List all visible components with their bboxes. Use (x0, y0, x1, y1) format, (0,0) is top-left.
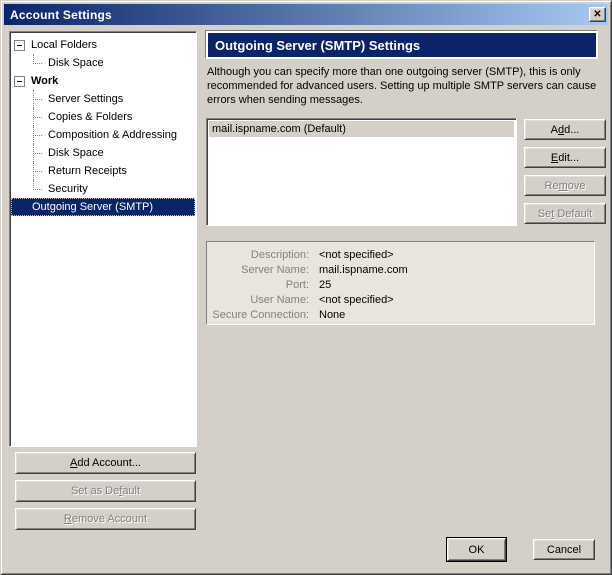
remove-account-button: Remove Account (15, 508, 196, 530)
tree-item-label: Outgoing Server (SMTP) (29, 201, 156, 213)
button-label-accesskey: m (559, 180, 568, 192)
detail-value: 25 (319, 278, 331, 293)
detail-label: User Name: (207, 293, 319, 308)
account-tree[interactable]: Local Folders Disk Space Work Server Set… (9, 31, 197, 447)
button-label-part: dd Account... (77, 457, 141, 469)
tree-item-label: Composition & Addressing (45, 129, 180, 141)
button-label-part: Default (554, 208, 592, 220)
button-label-part: ove (568, 180, 586, 192)
tree-item-label: Disk Space (45, 147, 107, 159)
detail-value: mail.ispname.com (319, 263, 408, 278)
smtp-edit-button[interactable]: Edit... (524, 147, 606, 168)
smtp-add-button[interactable]: Add... (524, 119, 606, 140)
detail-value: None (319, 308, 345, 323)
tree-connector (33, 54, 43, 72)
tree-item-disk-space-work[interactable]: Disk Space (10, 144, 196, 162)
detail-label: Server Name: (207, 263, 319, 278)
button-label-part: d... (564, 124, 579, 136)
pane-title: Outgoing Server (SMTP) Settings (215, 38, 420, 53)
pane-header: Outgoing Server (SMTP) Settings (206, 31, 598, 59)
button-label-part: Re (545, 180, 559, 192)
detail-label: Secure Connection: (207, 308, 319, 323)
smtp-server-list-item[interactable]: mail.ispname.com (Default) (209, 121, 514, 137)
title-bar: Account Settings (4, 4, 608, 25)
tree-item-label: Security (45, 183, 91, 195)
cancel-button[interactable]: Cancel (533, 539, 595, 560)
tree-item-server-settings[interactable]: Server Settings (10, 90, 196, 108)
smtp-remove-button: Remove (524, 175, 606, 196)
button-label-part: A (551, 124, 558, 136)
button-label-part: emove Account (72, 513, 147, 525)
detail-row-description: Description: <not specified> (207, 248, 594, 263)
detail-row-user-name: User Name: <not specified> (207, 293, 594, 308)
tree-item-label: Disk Space (45, 57, 107, 69)
button-label-accesskey: R (64, 513, 72, 525)
smtp-description-text: Although you can specify more than one o… (207, 65, 605, 107)
set-as-default-button: Set as Default (15, 480, 196, 502)
tree-connector (33, 126, 43, 144)
tree-item-return-receipts[interactable]: Return Receipts (10, 162, 196, 180)
add-account-button[interactable]: Add Account... (15, 452, 196, 474)
account-settings-dialog: Account Settings ✕ Local Folders Disk Sp… (0, 0, 612, 575)
smtp-set-default-button: Set Default (524, 203, 606, 224)
tree-item-local-folders[interactable]: Local Folders (10, 36, 196, 54)
tree-item-work[interactable]: Work (10, 72, 196, 90)
tree-item-label: Local Folders (28, 39, 100, 51)
tree-item-composition-addressing[interactable]: Composition & Addressing (10, 126, 196, 144)
tree-item-security[interactable]: Security (10, 180, 196, 198)
button-label-accesskey: A (70, 457, 77, 469)
tree-item-outgoing-server-smtp[interactable]: Outgoing Server (SMTP) (11, 198, 195, 216)
collapse-icon[interactable] (14, 40, 25, 51)
tree-item-label: Work (28, 75, 61, 87)
collapse-icon[interactable] (14, 76, 25, 87)
button-label-part: Set as De (71, 485, 119, 497)
tree-connector (33, 180, 43, 198)
detail-label: Port: (207, 278, 319, 293)
smtp-details-panel: Description: <not specified> Server Name… (206, 241, 595, 325)
tree-connector (33, 108, 43, 126)
close-icon: ✕ (593, 10, 601, 20)
tree-item-copies-folders[interactable]: Copies & Folders (10, 108, 196, 126)
button-label-part: dit... (558, 152, 579, 164)
tree-item-label: Return Receipts (45, 165, 130, 177)
button-label-part: ault (122, 485, 140, 497)
detail-row-secure-connection: Secure Connection: None (207, 308, 594, 323)
detail-label: Description: (207, 248, 319, 263)
tree-connector (33, 162, 43, 180)
button-label-accesskey: E (551, 152, 558, 164)
tree-connector (33, 144, 43, 162)
button-label-part: Se (538, 208, 551, 220)
smtp-server-list[interactable]: mail.ispname.com (Default) (206, 118, 517, 226)
ok-button[interactable]: OK (447, 538, 506, 561)
detail-row-server-name: Server Name: mail.ispname.com (207, 263, 594, 278)
detail-value: <not specified> (319, 293, 394, 308)
close-button[interactable]: ✕ (589, 7, 606, 22)
tree-connector (33, 90, 43, 108)
tree-item-label: Copies & Folders (45, 111, 135, 123)
tree-item-disk-space-local[interactable]: Disk Space (10, 54, 196, 72)
detail-value: <not specified> (319, 248, 394, 263)
detail-row-port: Port: 25 (207, 278, 594, 293)
window-title: Account Settings (10, 8, 112, 22)
tree-item-label: Server Settings (45, 93, 126, 105)
